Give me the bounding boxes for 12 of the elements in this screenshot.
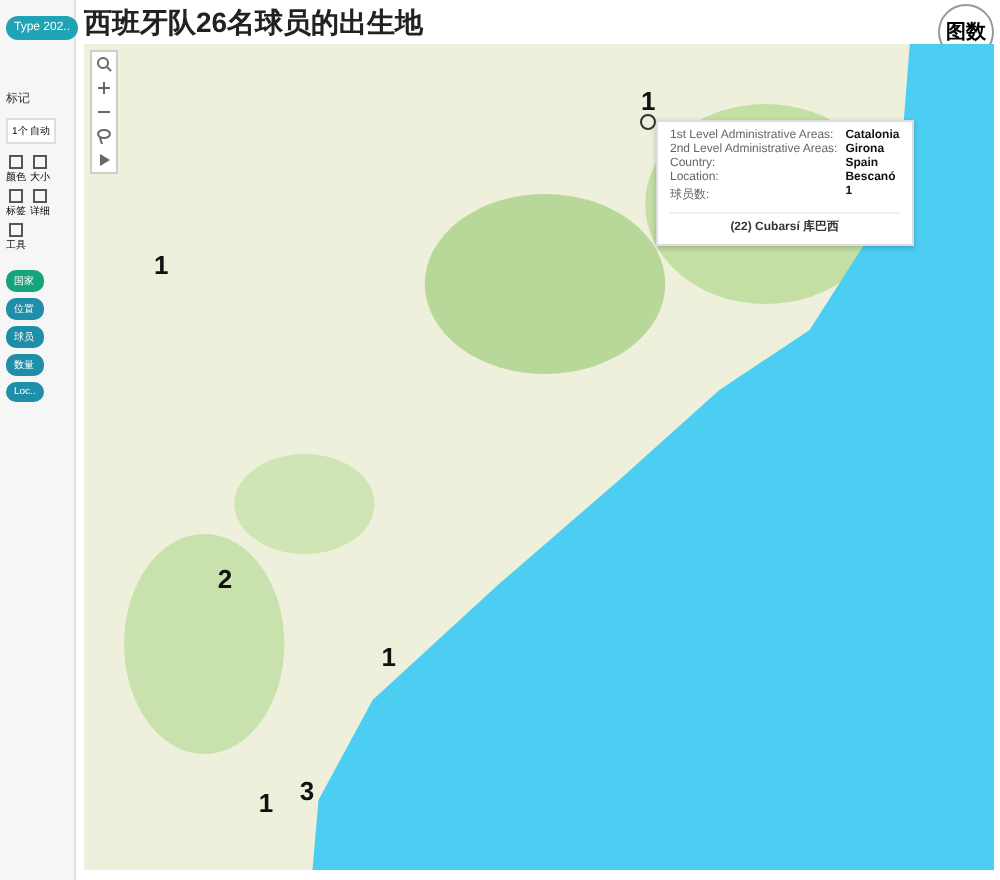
page-title: 西班牙队26名球员的出生地 bbox=[84, 6, 424, 42]
marker-label[interactable]: 1 bbox=[258, 787, 274, 818]
play-icon[interactable] bbox=[96, 152, 112, 168]
lasso-icon[interactable] bbox=[96, 128, 112, 144]
mark-card-icon bbox=[8, 222, 24, 238]
search-icon[interactable] bbox=[96, 56, 112, 72]
marker-label[interactable]: 1 bbox=[154, 250, 169, 281]
marker-label[interactable]: 3 bbox=[299, 775, 315, 805]
marker-label[interactable]: 1 bbox=[381, 642, 397, 673]
marker-label[interactable]: 2 bbox=[217, 564, 233, 595]
zoom-in-icon[interactable] bbox=[96, 80, 112, 96]
marker-label[interactable]: 1 bbox=[640, 85, 656, 116]
